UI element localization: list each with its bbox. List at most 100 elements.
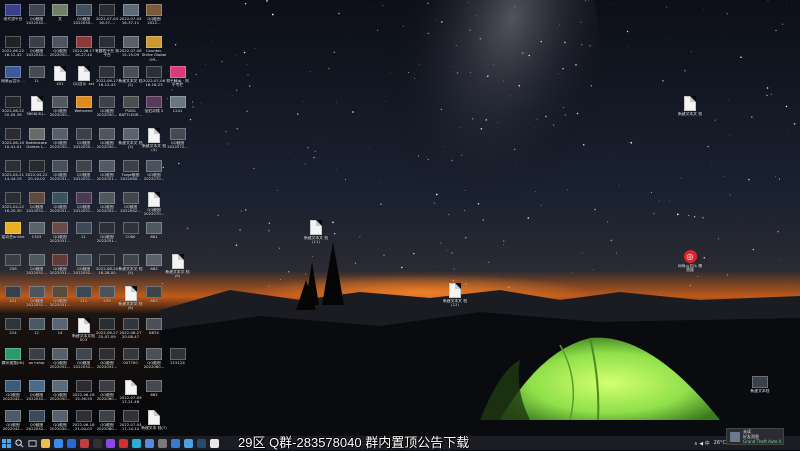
screenshot-file-icon[interactable]: QQ截图 2022051... [72, 192, 96, 222]
screenshot-file-icon[interactable]: on+ship [25, 348, 49, 378]
music-icon[interactable] [117, 436, 130, 450]
weather-temp[interactable]: 26°C [714, 440, 726, 446]
screenshot-file-icon[interactable]: QQ截图 2022052... [95, 192, 119, 222]
app-shortcut-icon[interactable]: 现代游平台 [1, 4, 25, 34]
screenshot-file-icon[interactable]: QQ截图 2022052... [48, 348, 72, 378]
screenshot-file-icon[interactable]: QQ截图 2022072... [166, 128, 190, 158]
screenshot-file-icon[interactable]: 007700 [119, 348, 143, 378]
screenshot-file-icon[interactable]: 2022-06-17 16-12-43 [95, 66, 119, 96]
screenshot-file-icon[interactable]: QQ截图 2022051... [25, 192, 49, 222]
screenshot-file-icon[interactable]: 2022-06-27 20-08-47 [119, 318, 143, 348]
app-shortcut-icon[interactable]: 文 [48, 4, 72, 34]
file-explorer-icon[interactable] [39, 436, 52, 450]
netease-music-icon[interactable]: ◎网易云音乐 播放器 [678, 250, 702, 280]
screenshot-file-icon[interactable]: 214 [1, 318, 25, 348]
task-view-icon[interactable] [26, 436, 39, 450]
screenshot-file-icon[interactable]: 14 [48, 318, 72, 348]
text-file-icon[interactable]: 新建文本文 档(12) [443, 283, 467, 313]
mail-icon[interactable] [169, 436, 182, 450]
screenshot-file-icon[interactable]: QQ截图 2022042... [25, 4, 49, 34]
screenshot-file-icon[interactable]: 11 [72, 222, 96, 252]
screenshot-file-icon[interactable]: 111 [72, 286, 96, 316]
screenshot-file-icon[interactable]: 662 [142, 380, 166, 410]
photos-icon[interactable] [182, 436, 195, 450]
screenshot-file-icon[interactable]: 1353 [25, 222, 49, 252]
video-app-icon[interactable] [65, 436, 78, 450]
terminal-icon[interactable] [91, 436, 104, 450]
player-icon[interactable] [104, 436, 117, 450]
screenshot-file-icon[interactable]: 883 [142, 286, 166, 316]
screenshot-file-icon[interactable]: 2022-07-06 15-15-09 [119, 36, 143, 66]
screenshot-file-icon[interactable]: 2022-07-04 16-37-11 [119, 4, 143, 34]
text-file-icon[interactable]: 451 [48, 66, 72, 96]
app-shortcut-icon[interactable]: 仙侣奇缘 2 [142, 96, 166, 126]
text-file-icon[interactable]: QQ截图 2022070... [142, 192, 166, 222]
store-icon[interactable] [143, 436, 156, 450]
screenshot-file-icon[interactable]: QQ截图 2022051... [25, 286, 49, 316]
screenshot-file-icon[interactable]: 2022-06-27 20-07-09 [95, 318, 119, 348]
screenshot-file-icon[interactable]: 2022-06-22 16-12-42 [1, 36, 25, 66]
screenshot-file-icon[interactable]: 1241 [166, 96, 190, 126]
screenshot-file-icon[interactable]: 2022-04-21 14-44-15 [1, 160, 25, 190]
screenshot-file-icon[interactable]: QQ截图 2022050... [48, 128, 72, 158]
screenshot-file-icon[interactable]: QQ截图 2022050... [95, 128, 119, 158]
screenshot-file-icon[interactable]: 12 [25, 318, 49, 348]
text-file-icon[interactable]: 2022-07-09 17-21-48 [119, 380, 143, 410]
edge-icon[interactable] [130, 436, 143, 450]
text-file-icon[interactable]: 新建文本文 档(11) [304, 220, 328, 250]
screenshot-file-icon[interactable]: QQ截图 2022052... [95, 348, 119, 378]
screenshot-file-icon[interactable]: 2022-07-04 16-37-... [95, 4, 119, 34]
screenshot-file-icon[interactable]: 2022-06-10 10-41-01 [1, 128, 25, 158]
screenshot-file-icon[interactable]: 新建文本档 [748, 376, 772, 406]
screenshot-file-icon[interactable]: 2022-04-22 16-20-30 [1, 192, 25, 222]
screenshot-file-icon[interactable]: QQ截图 2022051... [48, 254, 72, 284]
screenshot-file-icon[interactable]: 新建文本文 档(5) [119, 254, 143, 284]
screenshot-file-icon[interactable]: 215124 [166, 348, 190, 378]
screenshot-file-icon[interactable]: 882 [142, 254, 166, 284]
tray-icons[interactable]: ∧ ◀ 中 [694, 440, 710, 447]
screenshot-file-icon[interactable]: Fxige截图 2022060... [119, 160, 143, 190]
screenshot-file-icon[interactable]: QQ截图 2022050... [72, 128, 96, 158]
app-shortcut-icon[interactable]: 和平精英 · 知乎专栏 [166, 66, 190, 96]
screenshot-file-icon[interactable]: QQ截图 2022052... [72, 254, 96, 284]
screenshot-file-icon[interactable]: 11 [25, 66, 49, 96]
game-launcher-icon[interactable] [78, 436, 91, 450]
chrome-icon[interactable] [52, 436, 65, 450]
screenshot-file-icon[interactable]: 2022-06-20 16-28-00 [95, 254, 119, 284]
screenshot-file-icon[interactable]: 新建文本文 档(2) [119, 66, 143, 96]
screenshot-file-icon[interactable]: QQ截图 2022051... [25, 254, 49, 284]
screenshot-file-icon[interactable]: 有趣的平台 知平台 [95, 36, 119, 66]
screenshot-file-icon[interactable]: 258 [1, 254, 25, 284]
screenshot-file-icon[interactable]: QQ截图 2022042... [25, 36, 49, 66]
screenshot-file-icon[interactable]: 2022-06-22 20-05-36 [1, 96, 25, 126]
windows-icon[interactable] [0, 436, 13, 450]
app-shortcut-icon[interactable]: 爱奇艺online [1, 222, 25, 252]
screenshot-file-icon[interactable]: QQ截图 2022050... [48, 380, 72, 410]
screenshot-file-icon[interactable]: 2022-04-22 20-10-02 [25, 160, 49, 190]
screenshot-file-icon[interactable]: QQ截图 2022070... [142, 160, 166, 190]
text-file-icon[interactable]: 新建文本文 档(8) [119, 286, 143, 316]
settings-icon[interactable] [156, 436, 169, 450]
text-file-icon[interactable]: QQ音乐 .txt [72, 66, 96, 96]
screenshot-file-icon[interactable]: QQ截图 2022050... [48, 36, 72, 66]
search-icon[interactable] [13, 436, 26, 450]
screenshot-file-icon[interactable]: QQ截图 2022050... [95, 96, 119, 126]
screenshot-file-icon[interactable]: QQ截图 2022060... [142, 348, 166, 378]
text-file-icon[interactable]: 新建文本文档003 [72, 318, 96, 348]
screenshot-file-icon[interactable]: 239 [95, 286, 119, 316]
screenshot-file-icon[interactable]: QQ截图 2022050... [48, 96, 72, 126]
steam-icon[interactable] [195, 436, 208, 450]
screenshot-file-icon[interactable]: QQ截图 2022051... [48, 222, 72, 252]
screenshot-file-icon[interactable]: QQ截图 2022051... [95, 222, 119, 252]
app-shortcut-icon[interactable]: 网易云音乐 ... [1, 66, 25, 96]
screenshot-file-icon[interactable]: QQ截图 2022051... [48, 192, 72, 222]
screenshot-file-icon[interactable]: QQ截图 2022051... [72, 160, 96, 190]
screenshot-file-icon[interactable]: QQ截图 2022060... [95, 380, 119, 410]
app-shortcut-icon[interactable]: PUBG BATTLEGR... [119, 96, 143, 126]
screenshot-file-icon[interactable]: 2022-06-17 16-27-40 [72, 36, 96, 66]
screenshot-file-icon[interactable]: QQ截图 2022... [142, 4, 166, 34]
screenshot-file-icon[interactable]: QQ截图 2022050... [72, 4, 96, 34]
text-file-icon[interactable]: 新建文本文 档 [678, 96, 702, 126]
screenshot-file-icon[interactable]: QQ截图 2022051... [48, 286, 72, 316]
screenshot-file-icon[interactable]: 2022-06-18 15-36-55 [72, 380, 96, 410]
